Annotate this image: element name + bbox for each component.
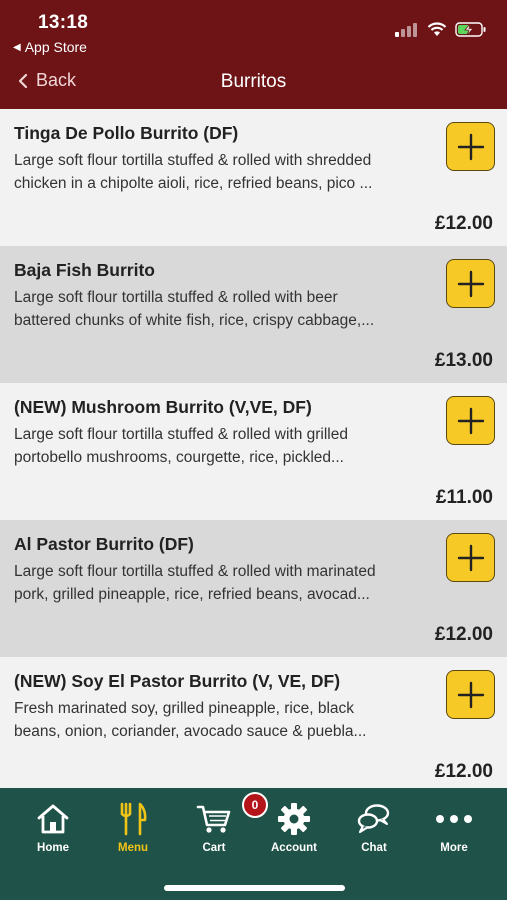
plus-icon — [457, 270, 484, 297]
tab-cart[interactable]: 0 Cart — [174, 792, 268, 854]
item-description: Large soft flour tortilla stuffed & roll… — [14, 563, 376, 603]
tab-menu[interactable]: Menu — [93, 802, 173, 854]
return-to-app-link[interactable]: ◀ App Store — [13, 39, 87, 55]
menu-item[interactable]: Baja Fish Burrito Large soft flour torti… — [0, 246, 507, 383]
menu-item[interactable]: (NEW) Soy El Pastor Burrito (V, VE, DF) … — [0, 657, 507, 788]
header: 13:18 ◀ App Store Back Burritos — [0, 0, 507, 109]
status-icons — [395, 22, 487, 37]
plus-icon — [457, 407, 484, 434]
cart-icon — [196, 805, 231, 833]
add-to-cart-button[interactable] — [446, 259, 495, 308]
signal-icon — [395, 22, 417, 37]
item-price: £11.00 — [435, 487, 493, 508]
plus-icon — [457, 544, 484, 571]
page-title: Burritos — [220, 71, 287, 92]
tab-bar: Home Menu 0 Cart Account Chat More — [0, 788, 507, 900]
item-price: £12.00 — [434, 624, 493, 645]
tab-chat[interactable]: Chat — [334, 802, 414, 854]
tab-account[interactable]: Account — [254, 802, 334, 854]
add-to-cart-button[interactable] — [446, 670, 495, 719]
add-to-cart-button[interactable] — [446, 396, 495, 445]
item-name: (NEW) Mushroom Burrito (V,VE, DF) — [14, 397, 312, 417]
tab-home[interactable]: Home — [13, 802, 93, 854]
item-price: £12.00 — [434, 213, 493, 234]
home-icon — [37, 804, 69, 834]
home-indicator[interactable] — [164, 885, 345, 891]
item-name: Al Pastor Burrito (DF) — [14, 534, 194, 554]
back-triangle-icon: ◀ — [13, 41, 21, 53]
item-description: Large soft flour tortilla stuffed & roll… — [14, 289, 375, 329]
add-to-cart-button[interactable] — [446, 533, 495, 582]
tab-more[interactable]: More — [414, 802, 494, 854]
menu-item[interactable]: (NEW) Mushroom Burrito (V,VE, DF) Large … — [0, 383, 507, 520]
add-to-cart-button[interactable] — [446, 122, 495, 171]
menu-item[interactable]: Al Pastor Burrito (DF) Large soft flour … — [0, 520, 507, 657]
item-description: Large soft flour tortilla stuffed & roll… — [14, 152, 373, 192]
menu-item-list[interactable]: Tinga De Pollo Burrito (DF) Large soft f… — [0, 109, 507, 788]
tab-label: Account — [271, 842, 317, 854]
status-time: 13:18 — [38, 12, 89, 33]
item-price: £12.00 — [434, 761, 493, 782]
item-name: Baja Fish Burrito — [14, 260, 155, 280]
plus-icon — [457, 133, 484, 160]
tab-label: Menu — [117, 842, 149, 854]
return-app-label: App Store — [24, 39, 87, 55]
item-name: Tinga De Pollo Burrito (DF) — [14, 123, 239, 143]
menu-item[interactable]: Tinga De Pollo Burrito (DF) Large soft f… — [0, 109, 507, 246]
item-description: Fresh marinated soy, grilled pineapple, … — [14, 700, 367, 740]
tab-label: Chat — [361, 842, 387, 854]
gear-icon — [278, 803, 310, 835]
plus-icon — [457, 681, 484, 708]
wifi-icon — [427, 22, 447, 36]
chat-bubbles-icon — [357, 804, 390, 834]
tab-label: More — [440, 842, 468, 854]
tab-label: Cart — [202, 842, 226, 854]
item-description: Large soft flour tortilla stuffed & roll… — [14, 426, 348, 466]
item-name: (NEW) Soy El Pastor Burrito (V, VE, DF) — [14, 671, 341, 691]
fork-knife-icon — [120, 802, 147, 836]
item-price: £13.00 — [434, 350, 493, 371]
more-dots-icon — [436, 815, 472, 823]
battery-icon — [455, 22, 486, 37]
tab-label: Home — [37, 842, 69, 854]
